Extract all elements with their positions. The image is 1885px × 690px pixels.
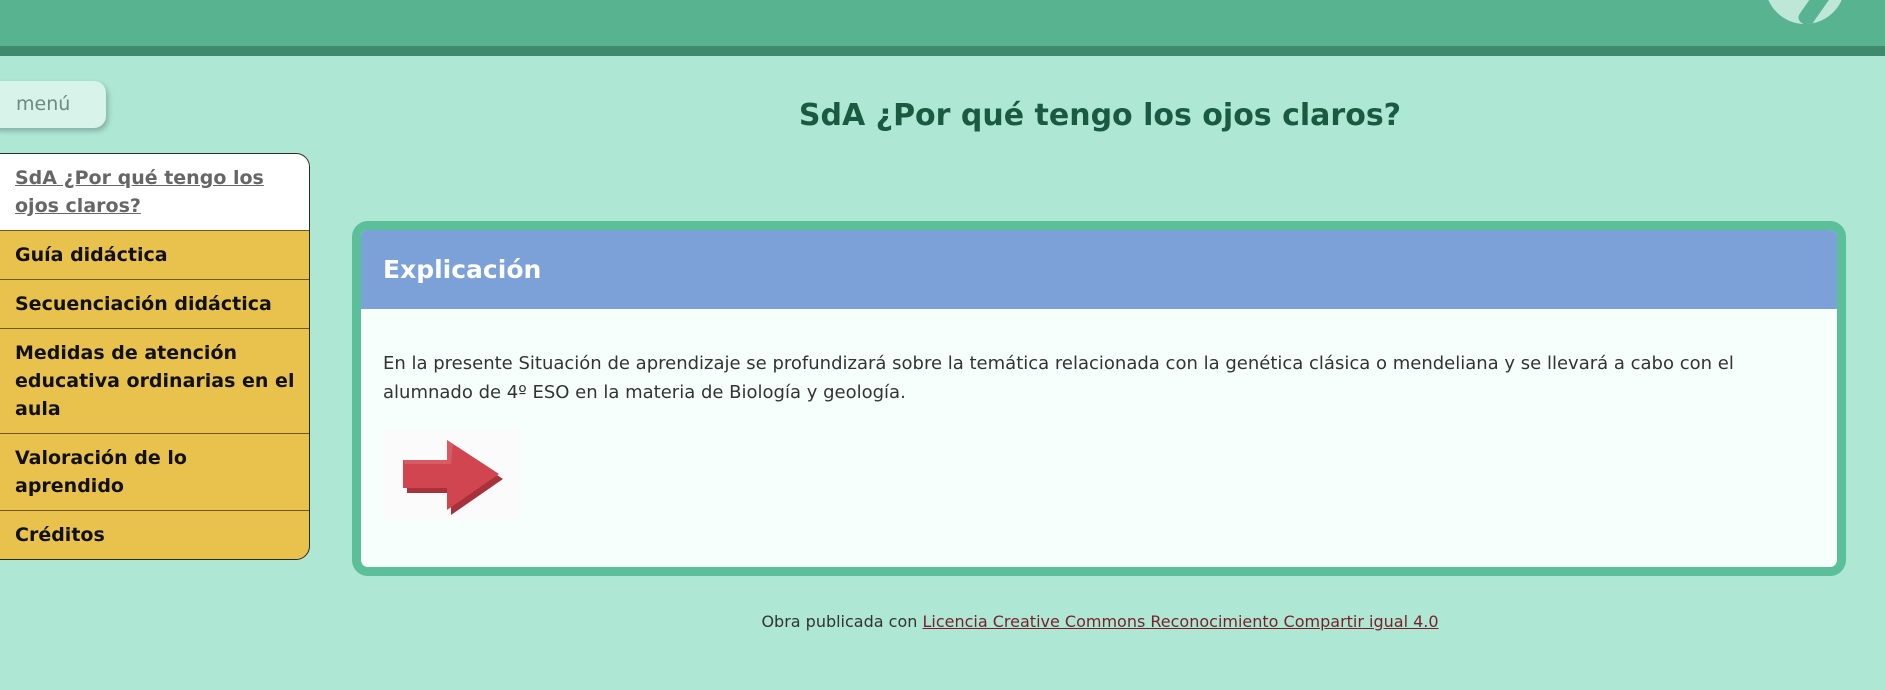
sidebar-item-secuenciacion[interactable]: Secuenciación didáctica [0,279,309,328]
license-link[interactable]: Licencia Creative Commons Reconocimiento… [922,612,1438,631]
red-arrow-graphic [403,440,503,515]
leaf-logo-icon[interactable] [1765,0,1845,24]
card-text: En la presente Situación de aprendizaje … [383,353,1734,403]
sidebar-nav: SdA ¿Por qué tengo los ojos claros? Guía… [0,153,310,560]
top-bar [0,0,1885,56]
footer: Obra publicada con Licencia Creative Com… [355,612,1845,631]
sidebar-item-guia-didactica[interactable]: Guía didáctica [0,230,309,279]
red-arrow-icon [383,430,520,520]
footer-prefix: Obra publicada con [761,612,918,631]
sidebar-item-creditos[interactable]: Créditos [0,510,309,559]
sidebar-item-sda[interactable]: SdA ¿Por qué tengo los ojos claros? [0,154,309,230]
menu-toggle-button[interactable]: menú [0,81,106,128]
page-title: SdA ¿Por qué tengo los ojos claros? [798,98,1402,133]
sidebar-item-medidas-atencion[interactable]: Medidas de atención educativa ordinarias… [0,328,309,433]
sidebar-item-valoracion[interactable]: Valoración de lo aprendido [0,433,309,510]
card-header: Explicación [361,230,1837,309]
explanation-card: Explicación En la presente Situación de … [352,221,1846,576]
